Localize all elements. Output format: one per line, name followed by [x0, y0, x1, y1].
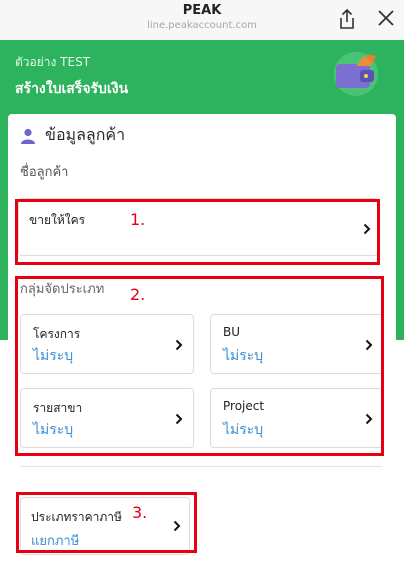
close-icon[interactable] [376, 8, 396, 28]
customer-section-header: ข้อมูลลูกค้า [20, 123, 125, 148]
annotation-box-3 [16, 492, 197, 553]
annotation-box-2 [15, 276, 384, 456]
customer-name-label: ชื่อลูกค้า [20, 165, 69, 180]
annotation-box-1 [15, 199, 380, 265]
wallet-icon [334, 52, 378, 96]
user-icon [21, 128, 35, 144]
customer-section-title: ข้อมูลลูกค้า [45, 125, 126, 144]
annotation-number-2: 2. [130, 285, 146, 304]
annotation-number-1: 1. [130, 210, 146, 229]
page-title: สร้างใบเสร็จรับเงิน [15, 81, 129, 97]
annotation-number-3: 3. [132, 503, 148, 522]
company-name: ตัวอย่าง TEST [15, 55, 91, 69]
section-divider [20, 466, 382, 467]
share-icon[interactable] [338, 8, 356, 30]
browser-bar: PEAK line.peakaccount.com [0, 0, 404, 40]
